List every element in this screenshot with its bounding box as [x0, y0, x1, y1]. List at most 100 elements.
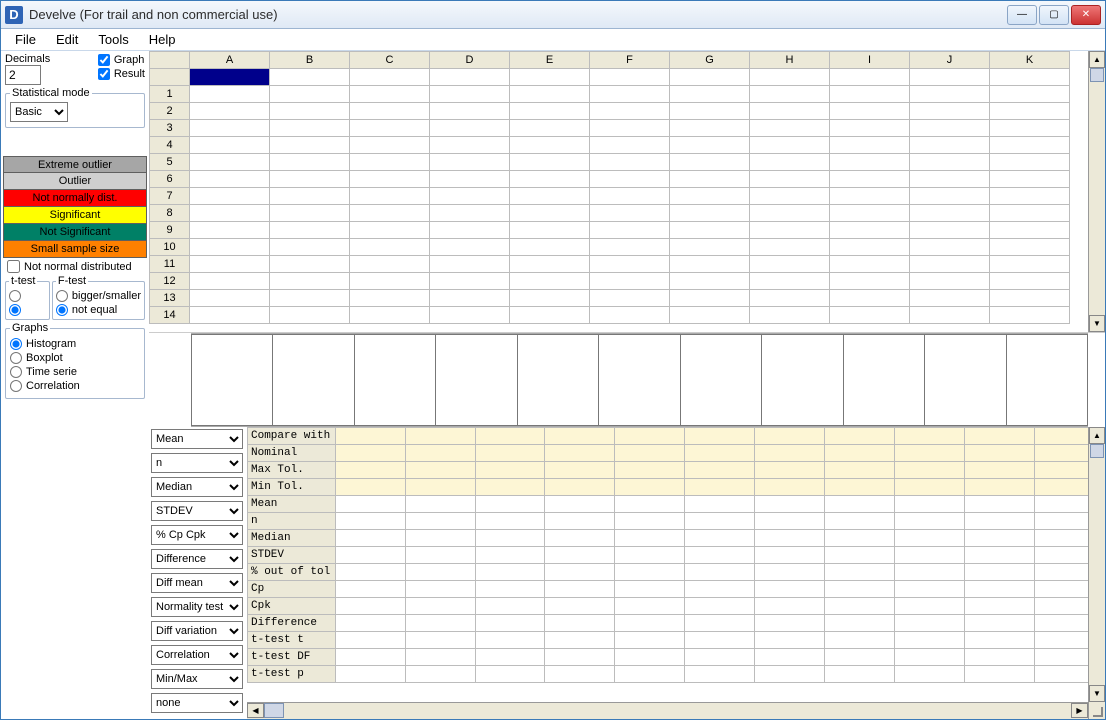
result-cell[interactable] [545, 632, 615, 649]
cell[interactable] [270, 69, 350, 86]
result-cell[interactable] [475, 445, 545, 462]
result-cell[interactable] [475, 598, 545, 615]
cell[interactable] [430, 86, 510, 103]
col-header[interactable]: E [510, 52, 590, 69]
result-cell[interactable] [615, 632, 685, 649]
result-cell[interactable] [895, 547, 965, 564]
cell[interactable] [270, 290, 350, 307]
cell[interactable] [350, 69, 430, 86]
result-cell[interactable] [825, 581, 895, 598]
cell[interactable] [590, 307, 670, 324]
cell[interactable] [910, 256, 990, 273]
result-cell[interactable] [545, 445, 615, 462]
result-checkbox[interactable]: Result [98, 67, 145, 81]
result-cell[interactable] [475, 564, 545, 581]
row-header[interactable]: 3 [150, 120, 190, 137]
cell[interactable] [830, 120, 910, 137]
result-cell[interactable] [335, 428, 405, 445]
row-header[interactable]: 4 [150, 137, 190, 154]
result-cell[interactable] [895, 564, 965, 581]
cell[interactable] [510, 188, 590, 205]
stat-select[interactable]: Diff mean [151, 573, 243, 593]
result-cell[interactable] [895, 649, 965, 666]
result-cell[interactable] [335, 445, 405, 462]
result-cell[interactable] [825, 496, 895, 513]
result-cell[interactable] [405, 632, 475, 649]
cell[interactable] [990, 307, 1070, 324]
stat-select[interactable]: none [151, 693, 243, 713]
cell[interactable] [190, 222, 270, 239]
stat-select[interactable]: n [151, 453, 243, 473]
cell[interactable] [590, 171, 670, 188]
result-cell[interactable] [755, 530, 825, 547]
cell[interactable] [270, 188, 350, 205]
cell[interactable] [590, 86, 670, 103]
cell[interactable] [670, 171, 750, 188]
minimize-button[interactable]: — [1007, 5, 1037, 25]
result-cell[interactable] [405, 479, 475, 496]
result-cell[interactable] [825, 513, 895, 530]
cell[interactable] [670, 222, 750, 239]
cell[interactable] [350, 222, 430, 239]
result-cell[interactable] [965, 479, 1035, 496]
maximize-button[interactable]: ▢ [1039, 5, 1069, 25]
cell[interactable] [350, 307, 430, 324]
ttest-radio-2[interactable] [9, 303, 46, 317]
result-cell[interactable] [405, 428, 475, 445]
cell[interactable] [750, 171, 830, 188]
result-cell[interactable] [685, 564, 755, 581]
cell[interactable] [670, 256, 750, 273]
scroll-thumb[interactable] [1090, 444, 1104, 458]
cell[interactable] [750, 69, 830, 86]
cell[interactable] [590, 137, 670, 154]
result-cell[interactable] [405, 581, 475, 598]
cell[interactable] [510, 222, 590, 239]
result-cell[interactable] [755, 615, 825, 632]
result-cell[interactable] [475, 479, 545, 496]
cell[interactable] [190, 307, 270, 324]
cell[interactable] [190, 103, 270, 120]
result-cell[interactable] [475, 632, 545, 649]
results-vscroll[interactable]: ▲ ▼ [1088, 427, 1105, 719]
result-cell[interactable] [475, 513, 545, 530]
cell[interactable] [670, 307, 750, 324]
result-cell[interactable] [405, 615, 475, 632]
cell[interactable] [510, 273, 590, 290]
result-cell[interactable] [615, 428, 685, 445]
result-cell[interactable] [615, 649, 685, 666]
cell[interactable] [910, 69, 990, 86]
result-cell[interactable] [685, 547, 755, 564]
row-header[interactable]: 5 [150, 154, 190, 171]
cell[interactable] [430, 188, 510, 205]
cell[interactable] [510, 205, 590, 222]
result-cell[interactable] [825, 530, 895, 547]
cell[interactable] [750, 120, 830, 137]
cell[interactable] [270, 205, 350, 222]
result-cell[interactable] [615, 462, 685, 479]
col-header[interactable]: H [750, 52, 830, 69]
cell[interactable] [670, 290, 750, 307]
cell[interactable] [990, 239, 1070, 256]
col-header[interactable]: F [590, 52, 670, 69]
cell[interactable] [670, 120, 750, 137]
result-cell[interactable] [825, 615, 895, 632]
stat-select[interactable]: Mean [151, 429, 243, 449]
result-cell[interactable] [335, 666, 405, 683]
result-cell[interactable] [335, 598, 405, 615]
cell[interactable] [990, 137, 1070, 154]
cell[interactable] [270, 86, 350, 103]
result-cell[interactable] [475, 615, 545, 632]
cell[interactable] [430, 273, 510, 290]
result-cell[interactable] [545, 649, 615, 666]
cell[interactable] [430, 222, 510, 239]
cell[interactable] [750, 205, 830, 222]
result-cell[interactable] [755, 632, 825, 649]
cell[interactable] [350, 273, 430, 290]
sheet-vscroll[interactable]: ▲ ▼ [1088, 51, 1105, 332]
cell[interactable] [990, 273, 1070, 290]
cell[interactable] [270, 239, 350, 256]
stat-select[interactable]: Min/Max [151, 669, 243, 689]
results-grid[interactable]: Compare withNominalMax Tol.Min Tol.Meann… [247, 427, 1105, 719]
col-header[interactable]: C [350, 52, 430, 69]
cell[interactable] [270, 171, 350, 188]
